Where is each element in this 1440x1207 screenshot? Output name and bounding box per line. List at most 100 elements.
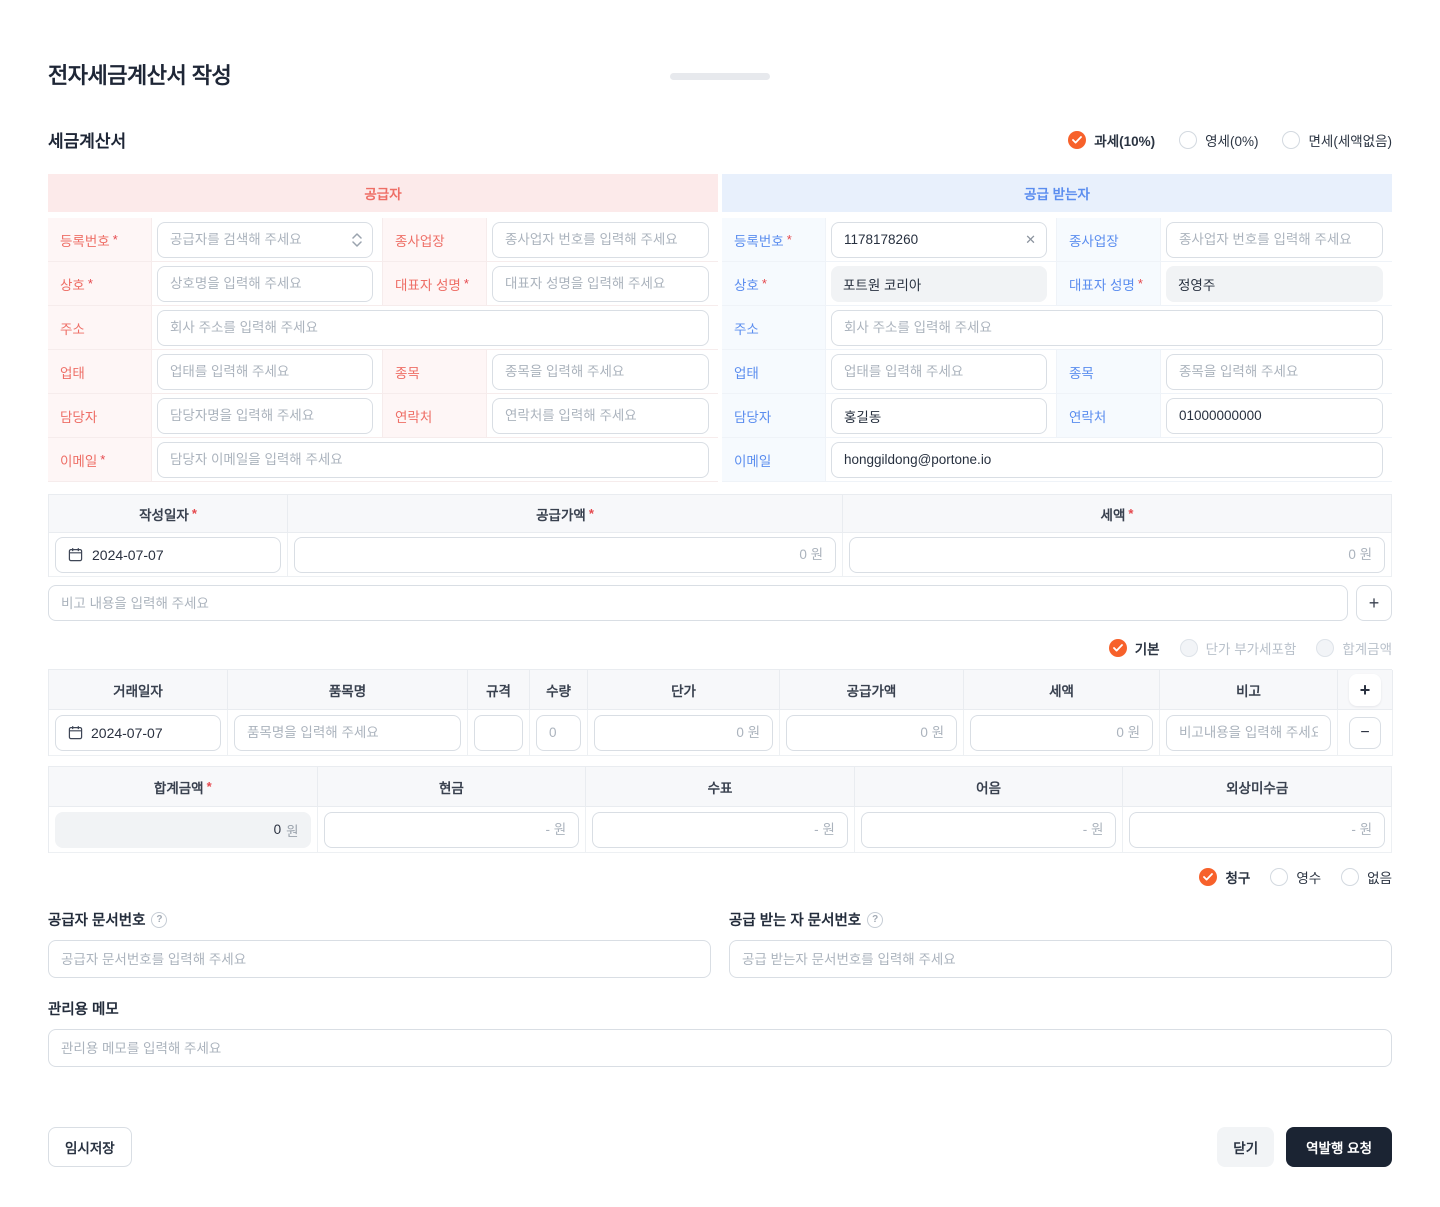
item-date-picker[interactable]: 2024-07-07 <box>55 715 221 751</box>
supplier-manager-label: 담당자 <box>48 394 152 438</box>
recipient-address-input[interactable] <box>831 310 1383 346</box>
radio-purpose-receipt[interactable]: 영수 <box>1270 867 1321 887</box>
issue-date-picker[interactable]: 2024-07-07 <box>55 537 281 573</box>
supplier-docno-input[interactable] <box>48 940 711 978</box>
supplier-ceo-input[interactable] <box>492 266 709 302</box>
supplier-company-input[interactable] <box>157 266 373 302</box>
recipient-panel: 공급 받는자 등록번호* ✕ 종사업장 상호* 대표자 성명* 주소 업태 종목… <box>722 174 1392 482</box>
tax-type-radio-group: 과세(10%) 영세(0%) 면세(세액없음) <box>1068 130 1392 150</box>
help-icon[interactable]: ? <box>867 912 883 928</box>
recipient-phone-input[interactable] <box>1166 398 1383 434</box>
recipient-email-label: 이메일 <box>722 438 826 482</box>
supplier-docno-block: 공급자 문서번호 ? <box>48 909 711 978</box>
supplier-search-select[interactable] <box>157 222 373 258</box>
close-button[interactable]: 닫기 <box>1217 1127 1274 1167</box>
supplier-biztype-input[interactable] <box>157 354 373 390</box>
totals-header-cash: 현금 <box>318 767 587 807</box>
recipient-biztype-input[interactable] <box>831 354 1047 390</box>
totals-header-total: 합계금액* <box>49 767 318 807</box>
item-name-input[interactable] <box>234 715 461 751</box>
supplier-company-label: 상호* <box>48 262 152 306</box>
credit-input[interactable] <box>1129 812 1385 848</box>
memo-label: 관리용 메모 <box>48 998 1392 1019</box>
item-spec-input[interactable] <box>474 715 523 751</box>
items-header-qty: 수량 <box>530 670 588 710</box>
radio-label: 단가 부가세포함 <box>1206 638 1297 658</box>
supplier-header: 공급자 <box>48 174 718 212</box>
remove-item-row-button[interactable]: − <box>1349 717 1381 749</box>
help-icon[interactable]: ? <box>151 912 167 928</box>
supplier-phone-input[interactable] <box>492 398 709 434</box>
item-supply-input[interactable] <box>786 715 957 751</box>
purpose-radio-group: 청구 영수 없음 <box>1199 867 1392 887</box>
invoice-note-input[interactable] <box>48 585 1348 621</box>
issue-date-value: 2024-07-07 <box>92 547 164 563</box>
recipient-address-label: 주소 <box>722 306 826 350</box>
cash-input[interactable] <box>324 812 580 848</box>
radio-zero-rate[interactable]: 영세(0%) <box>1179 130 1258 150</box>
items-header-spec: 규격 <box>468 670 530 710</box>
calendar-icon <box>68 725 83 740</box>
items-header-note: 비고 <box>1160 670 1338 710</box>
promissory-input[interactable] <box>861 812 1117 848</box>
supplier-biztype-label: 업태 <box>48 350 152 394</box>
radio-unchecked-icon <box>1282 131 1300 149</box>
supplier-ceo-label: 대표자 성명* <box>383 262 487 306</box>
clear-icon[interactable]: ✕ <box>1025 233 1036 246</box>
summary-table: 작성일자* 공급가액* 세액* 2024-07-07 <box>48 494 1392 577</box>
recipient-phone-label: 연락처 <box>1057 394 1161 438</box>
supplier-email-label: 이메일* <box>48 438 152 482</box>
radio-label: 합계금액 <box>1342 638 1392 658</box>
radio-purpose-none[interactable]: 없음 <box>1341 867 1392 887</box>
recipient-email-input[interactable] <box>831 442 1383 478</box>
items-header-date: 거래일자 <box>49 670 228 710</box>
check-input[interactable] <box>592 812 848 848</box>
item-unitprice-input[interactable] <box>594 715 773 751</box>
reverse-issue-request-button[interactable]: 역발행 요청 <box>1286 1127 1392 1167</box>
recipient-manager-input[interactable] <box>831 398 1047 434</box>
radio-unchecked-icon <box>1270 868 1288 886</box>
minus-icon: − <box>1360 724 1369 742</box>
recipient-subbiz-input[interactable] <box>1166 222 1383 258</box>
plus-icon: + <box>1360 680 1371 701</box>
supplier-address-input[interactable] <box>157 310 709 346</box>
radio-purpose-charge[interactable]: 청구 <box>1199 867 1250 887</box>
add-note-button[interactable]: + <box>1356 585 1392 621</box>
temp-save-button[interactable]: 임시저장 <box>48 1127 132 1167</box>
calendar-icon <box>68 547 83 562</box>
radio-tax-free[interactable]: 면세(세액없음) <box>1282 130 1392 150</box>
radio-label: 영수 <box>1296 867 1321 887</box>
radio-label: 없음 <box>1367 867 1392 887</box>
item-note-input[interactable] <box>1166 715 1331 751</box>
totals-header-check: 수표 <box>586 767 855 807</box>
radio-mode-vat-included: 단가 부가세포함 <box>1180 638 1297 658</box>
tax-amount-input[interactable] <box>849 537 1385 573</box>
recipient-ceo-label: 대표자 성명* <box>1057 262 1161 306</box>
radio-disabled-icon <box>1180 639 1198 657</box>
modal-drag-handle[interactable] <box>670 73 770 80</box>
recipient-bizitem-input[interactable] <box>1166 354 1383 390</box>
item-date-value: 2024-07-07 <box>91 725 163 741</box>
add-item-row-button[interactable]: + <box>1349 674 1381 706</box>
recipient-ceo-readonly <box>1166 266 1383 302</box>
recipient-manager-label: 담당자 <box>722 394 826 438</box>
supplier-manager-input[interactable] <box>157 398 373 434</box>
recipient-header: 공급 받는자 <box>722 174 1392 212</box>
summary-supply-header: 공급가액* <box>288 495 843 533</box>
memo-block: 관리용 메모 <box>48 998 1392 1067</box>
supplier-bizitem-input[interactable] <box>492 354 709 390</box>
supplier-subbiz-input[interactable] <box>492 222 709 258</box>
supplier-email-input[interactable] <box>157 442 709 478</box>
recipient-regno-input[interactable] <box>831 222 1047 258</box>
radio-mode-total-amount: 합계금액 <box>1316 638 1392 658</box>
item-tax-input[interactable] <box>970 715 1153 751</box>
items-header-tax: 세액 <box>964 670 1160 710</box>
item-qty-input[interactable] <box>536 715 581 751</box>
supplier-panel: 공급자 등록번호* 종사업장 상호* 대표자 성명* 주소 업태 종목 담당자 … <box>48 174 718 482</box>
radio-disabled-icon <box>1316 639 1334 657</box>
radio-taxable[interactable]: 과세(10%) <box>1068 130 1155 150</box>
recipient-docno-input[interactable] <box>729 940 1392 978</box>
memo-input[interactable] <box>48 1029 1392 1067</box>
supply-amount-input[interactable] <box>294 537 836 573</box>
radio-mode-basic[interactable]: 기본 <box>1109 638 1160 658</box>
